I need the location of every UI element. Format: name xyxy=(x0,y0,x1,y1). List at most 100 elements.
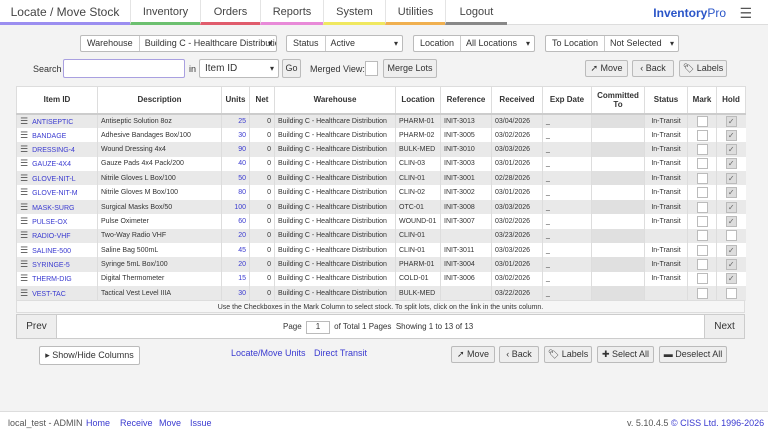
drag-handle-icon[interactable]: ☰ xyxy=(20,116,28,126)
cell-item-id[interactable]: ☰ MASK-SURG xyxy=(16,199,98,215)
to-location-select[interactable]: To Location Not Selected ▾ xyxy=(545,35,679,52)
hold-checkbox[interactable]: ✓ xyxy=(725,244,737,256)
hold-checkbox[interactable]: ✓ xyxy=(725,172,737,184)
tab-locate-move-stock[interactable]: Locate / Move Stock xyxy=(0,0,130,25)
hold-checkbox[interactable]: ✓ xyxy=(725,259,737,271)
warehouse-select[interactable]: Warehouse Building C - Healthcare Distrib… xyxy=(80,35,277,52)
drag-handle-icon[interactable]: ☰ xyxy=(20,187,28,197)
item-id-link[interactable]: GAUZE-4X4 xyxy=(32,161,71,168)
cell-item-id[interactable]: ☰ PULSE-OX xyxy=(16,214,98,229)
mark-checkbox[interactable] xyxy=(696,129,708,141)
hold-checkbox[interactable]: ✓ xyxy=(725,115,737,127)
search-field-select[interactable]: Item ID ▾ xyxy=(199,59,279,78)
column-header-received[interactable]: Received xyxy=(491,86,543,115)
cell-units[interactable]: 40 xyxy=(221,156,250,172)
cell-units[interactable]: 60 xyxy=(221,214,250,229)
drag-handle-icon[interactable]: ☰ xyxy=(20,259,28,269)
hold-checkbox[interactable]: ✓ xyxy=(725,129,737,141)
cell-item-id[interactable]: ☰ GLOVE-NIT-L xyxy=(16,171,98,186)
drag-handle-icon[interactable]: ☰ xyxy=(20,245,28,255)
column-header-net[interactable]: Net xyxy=(249,86,275,115)
cell-item-id[interactable]: ☰ THERM-DIG xyxy=(16,271,98,287)
drag-handle-icon[interactable]: ☰ xyxy=(20,158,28,168)
column-header-committed-to[interactable]: Committed To xyxy=(591,86,645,115)
cell-item-id[interactable]: ☰ GLOVE-NIT-M xyxy=(16,185,98,200)
select-all-button[interactable]: ✚ Select All xyxy=(597,346,654,363)
column-header-location[interactable]: Location xyxy=(395,86,441,115)
cell-units[interactable]: 15 xyxy=(221,271,250,287)
hold-checkbox[interactable]: ✓ xyxy=(725,143,737,155)
tab-system[interactable]: System xyxy=(323,0,385,25)
mark-checkbox[interactable] xyxy=(696,158,708,170)
cell-units[interactable]: 50 xyxy=(221,171,250,186)
item-id-link[interactable]: SALINE-500 xyxy=(32,248,71,255)
hold-checkbox[interactable]: ✓ xyxy=(725,273,737,285)
back-button-bottom[interactable]: ‹ Back xyxy=(499,346,539,363)
item-id-link[interactable]: DRESSING-4 xyxy=(32,147,75,154)
next-button[interactable]: Next xyxy=(704,315,744,338)
item-id-link[interactable]: PULSE-OX xyxy=(32,219,67,226)
mark-checkbox[interactable] xyxy=(696,187,708,199)
hold-checkbox[interactable]: ✓ xyxy=(725,215,737,227)
tab-inventory[interactable]: Inventory xyxy=(130,0,200,25)
merge-lots-button[interactable]: Merge Lots xyxy=(383,59,437,78)
hold-checkbox[interactable] xyxy=(725,287,737,299)
item-id-link[interactable]: ANTISEPTIC xyxy=(32,119,73,126)
drag-handle-icon[interactable]: ☰ xyxy=(20,273,28,283)
go-button[interactable]: Go xyxy=(282,59,301,78)
footer-home-link[interactable]: Home xyxy=(86,418,110,428)
footer-issue-link[interactable]: Issue xyxy=(190,418,212,428)
item-id-link[interactable]: VEST-TAC xyxy=(32,291,66,298)
cell-item-id[interactable]: ☰ SALINE-500 xyxy=(16,243,98,258)
cell-item-id[interactable]: ☰ VEST-TAC xyxy=(16,286,98,301)
move-button-bottom[interactable]: ➚ Move xyxy=(451,346,495,363)
hold-checkbox[interactable]: ✓ xyxy=(725,201,737,213)
cell-units[interactable]: 20 xyxy=(221,228,250,244)
mark-checkbox[interactable] xyxy=(696,244,708,256)
page-number-input[interactable]: 1 xyxy=(305,321,330,334)
footer-receive-link[interactable]: Receive xyxy=(120,418,153,428)
cell-units[interactable]: 90 xyxy=(221,142,250,157)
mark-checkbox[interactable] xyxy=(696,287,708,299)
copyright-link[interactable]: © CISS Ltd. 1996-2026 xyxy=(671,418,764,428)
locate-move-units-link[interactable]: Locate/Move Units xyxy=(231,348,306,358)
column-header-description[interactable]: Description xyxy=(97,86,222,115)
move-button[interactable]: ➚ Move xyxy=(585,60,628,77)
cell-item-id[interactable]: ☰ GAUZE-4X4 xyxy=(16,156,98,172)
mark-checkbox[interactable] xyxy=(696,259,708,271)
mark-checkbox[interactable] xyxy=(696,201,708,213)
tab-utilities[interactable]: Utilities xyxy=(385,0,445,25)
item-id-link[interactable]: MASK-SURG xyxy=(32,205,74,212)
column-header-item-id[interactable]: Item ID xyxy=(16,86,98,115)
location-select[interactable]: Location All Locations ▾ xyxy=(413,35,535,52)
hold-checkbox[interactable] xyxy=(725,230,737,242)
item-id-link[interactable]: GLOVE-NIT-M xyxy=(32,190,78,197)
tab-orders[interactable]: Orders xyxy=(200,0,260,25)
item-id-link[interactable]: GLOVE-NIT-L xyxy=(32,176,76,183)
hold-checkbox[interactable]: ✓ xyxy=(725,158,737,170)
direct-transit-link[interactable]: Direct Transit xyxy=(314,348,367,358)
cell-units[interactable]: 20 xyxy=(221,257,250,272)
cell-units[interactable]: 25 xyxy=(221,113,250,128)
column-header-hold[interactable]: Hold xyxy=(716,86,746,115)
merged-view-checkbox[interactable] xyxy=(365,61,378,76)
hold-checkbox[interactable]: ✓ xyxy=(725,187,737,199)
footer-move-link[interactable]: Move xyxy=(159,418,181,428)
drag-handle-icon[interactable]: ☰ xyxy=(20,173,28,183)
item-id-link[interactable]: RADIO-VHF xyxy=(32,233,71,240)
cell-item-id[interactable]: ☰ RADIO-VHF xyxy=(16,228,98,244)
drag-handle-icon[interactable]: ☰ xyxy=(20,216,28,226)
cell-item-id[interactable]: ☰ BANDAGE xyxy=(16,127,98,143)
cell-units[interactable]: 100 xyxy=(221,199,250,215)
mark-checkbox[interactable] xyxy=(696,143,708,155)
column-header-reference[interactable]: Reference xyxy=(440,86,492,115)
mark-checkbox[interactable] xyxy=(696,230,708,242)
item-id-link[interactable]: SYRINGE-5 xyxy=(32,262,70,269)
column-header-exp-date[interactable]: Exp Date xyxy=(542,86,592,115)
deselect-all-button[interactable]: ▬ Deselect All xyxy=(659,346,727,363)
column-header-mark[interactable]: Mark xyxy=(687,86,717,115)
drag-handle-icon[interactable]: ☰ xyxy=(20,202,28,212)
drag-handle-icon[interactable]: ☰ xyxy=(20,288,28,298)
mark-checkbox[interactable] xyxy=(696,115,708,127)
tab-reports[interactable]: Reports xyxy=(260,0,323,25)
